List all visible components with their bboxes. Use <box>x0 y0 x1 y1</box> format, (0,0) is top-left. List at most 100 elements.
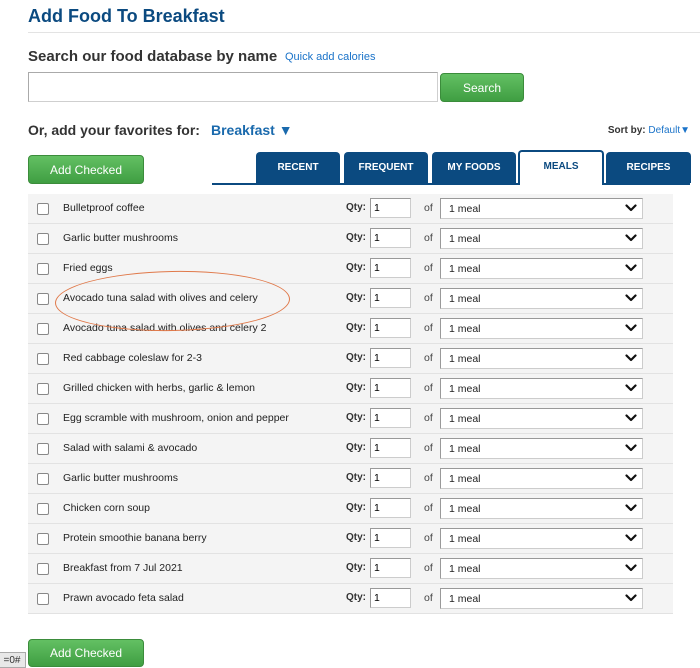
row-checkbox[interactable] <box>37 413 49 425</box>
serving-select[interactable]: 1 meal <box>440 378 643 399</box>
row-checkbox[interactable] <box>37 443 49 455</box>
serving-select[interactable]: 1 meal <box>440 528 643 549</box>
qty-label: Qty: <box>346 412 366 423</box>
of-label: of <box>424 472 433 484</box>
serving-select[interactable]: 1 meal <box>440 558 643 579</box>
chevron-down-icon <box>624 261 638 275</box>
of-label: of <box>424 202 433 214</box>
meal-name: Breakfast from 7 Jul 2021 <box>63 562 183 574</box>
of-label: of <box>424 592 433 604</box>
chevron-down-icon <box>624 321 638 335</box>
serving-value: 1 meal <box>449 563 481 575</box>
qty-input[interactable] <box>370 288 411 308</box>
qty-input[interactable] <box>370 408 411 428</box>
table-row: Fried eggs Qty: of 1 meal <box>28 254 673 284</box>
qty-input[interactable] <box>370 198 411 218</box>
qty-input[interactable] <box>370 528 411 548</box>
table-row: Red cabbage coleslaw for 2-3 Qty: of 1 meal <box>28 344 673 374</box>
serving-select[interactable]: 1 meal <box>440 588 643 609</box>
qty-input[interactable] <box>370 468 411 488</box>
caret-down-icon: ▼ <box>278 122 293 138</box>
qty-input[interactable] <box>370 558 411 578</box>
qty-label: Qty: <box>346 502 366 513</box>
serving-select[interactable]: 1 meal <box>440 348 643 369</box>
table-row: Breakfast from 7 Jul 2021 Qty: of 1 meal <box>28 554 673 584</box>
qty-label: Qty: <box>346 382 366 393</box>
qty-input[interactable] <box>370 228 411 248</box>
meals-table: Bulletproof coffeeQty:of1 mealGarlic but… <box>28 194 673 614</box>
table-row: Garlic butter mushrooms Qty: of 1 meal <box>28 224 673 254</box>
tab-recipes[interactable]: RECIPES <box>606 152 691 183</box>
serving-select[interactable]: 1 meal <box>440 228 643 249</box>
row-checkbox[interactable] <box>37 263 49 275</box>
row-checkbox[interactable] <box>37 353 49 365</box>
add-checked-button-top[interactable]: Add Checked <box>28 155 144 184</box>
table-row: Bulletproof coffee Qty: of 1 meal <box>28 194 673 224</box>
meal-name: Red cabbage coleslaw for 2-3 <box>63 352 202 364</box>
quick-add-calories-link[interactable]: Quick add calories <box>285 51 376 63</box>
meal-selector[interactable]: Breakfast ▼ <box>211 122 293 138</box>
tabs-underline <box>212 183 690 185</box>
serving-select[interactable]: 1 meal <box>440 318 643 339</box>
qty-input[interactable] <box>370 258 411 278</box>
qty-input[interactable] <box>370 438 411 458</box>
meal-selector-value: Breakfast <box>211 122 275 138</box>
serving-select[interactable]: 1 meal <box>440 288 643 309</box>
row-checkbox[interactable] <box>37 473 49 485</box>
qty-label: Qty: <box>346 562 366 573</box>
of-label: of <box>424 412 433 424</box>
row-checkbox[interactable] <box>37 383 49 395</box>
meal-name: Prawn avocado feta salad <box>63 592 184 604</box>
serving-select[interactable]: 1 meal <box>440 198 643 219</box>
sort-control[interactable]: Sort by: Default▼ <box>608 125 690 136</box>
of-label: of <box>424 292 433 304</box>
serving-select[interactable]: 1 meal <box>440 498 643 519</box>
tab-frequent[interactable]: FREQUENT <box>344 152 428 183</box>
serving-value: 1 meal <box>449 413 481 425</box>
meal-name: Bulletproof coffee <box>63 202 145 214</box>
tab-my-foods[interactable]: MY FOODS <box>432 152 516 183</box>
serving-value: 1 meal <box>449 593 481 605</box>
row-checkbox[interactable] <box>37 503 49 515</box>
serving-value: 1 meal <box>449 533 481 545</box>
serving-select[interactable]: 1 meal <box>440 408 643 429</box>
qty-input[interactable] <box>370 588 411 608</box>
serving-select[interactable]: 1 meal <box>440 468 643 489</box>
tab-recent[interactable]: RECENT <box>256 152 340 183</box>
row-checkbox[interactable] <box>37 323 49 335</box>
tab-meals[interactable]: MEALS <box>518 150 604 185</box>
row-checkbox[interactable] <box>37 593 49 605</box>
serving-value: 1 meal <box>449 323 481 335</box>
row-checkbox[interactable] <box>37 203 49 215</box>
serving-value: 1 meal <box>449 353 481 365</box>
table-row: Salad with salami & avocado Qty: of 1 meal <box>28 434 673 464</box>
chevron-down-icon <box>624 201 638 215</box>
meal-name: Chicken corn soup <box>63 502 150 514</box>
table-row: Chicken corn soup Qty: of 1 meal <box>28 494 673 524</box>
serving-select[interactable]: 1 meal <box>440 438 643 459</box>
caret-down-icon[interactable]: ▼ <box>680 125 690 136</box>
favorites-label: Or, add your favorites for: <box>28 122 200 138</box>
of-label: of <box>424 262 433 274</box>
row-checkbox[interactable] <box>37 293 49 305</box>
qty-input[interactable] <box>370 318 411 338</box>
food-search-input[interactable] <box>28 72 438 102</box>
row-checkbox[interactable] <box>37 533 49 545</box>
search-button[interactable]: Search <box>440 73 524 102</box>
serving-select[interactable]: 1 meal <box>440 258 643 279</box>
chevron-down-icon <box>624 381 638 395</box>
qty-label: Qty: <box>346 532 366 543</box>
sort-value[interactable]: Default <box>648 125 680 136</box>
page-title: Add Food To Breakfast <box>28 6 225 26</box>
row-checkbox[interactable] <box>37 233 49 245</box>
qty-input[interactable] <box>370 348 411 368</box>
qty-input[interactable] <box>370 498 411 518</box>
chevron-down-icon <box>624 531 638 545</box>
qty-input[interactable] <box>370 378 411 398</box>
of-label: of <box>424 352 433 364</box>
meal-name: Salad with salami & avocado <box>63 442 198 454</box>
of-label: of <box>424 562 433 574</box>
meal-name: Protein smoothie banana berry <box>63 532 207 544</box>
chevron-down-icon <box>624 501 638 515</box>
row-checkbox[interactable] <box>37 563 49 575</box>
